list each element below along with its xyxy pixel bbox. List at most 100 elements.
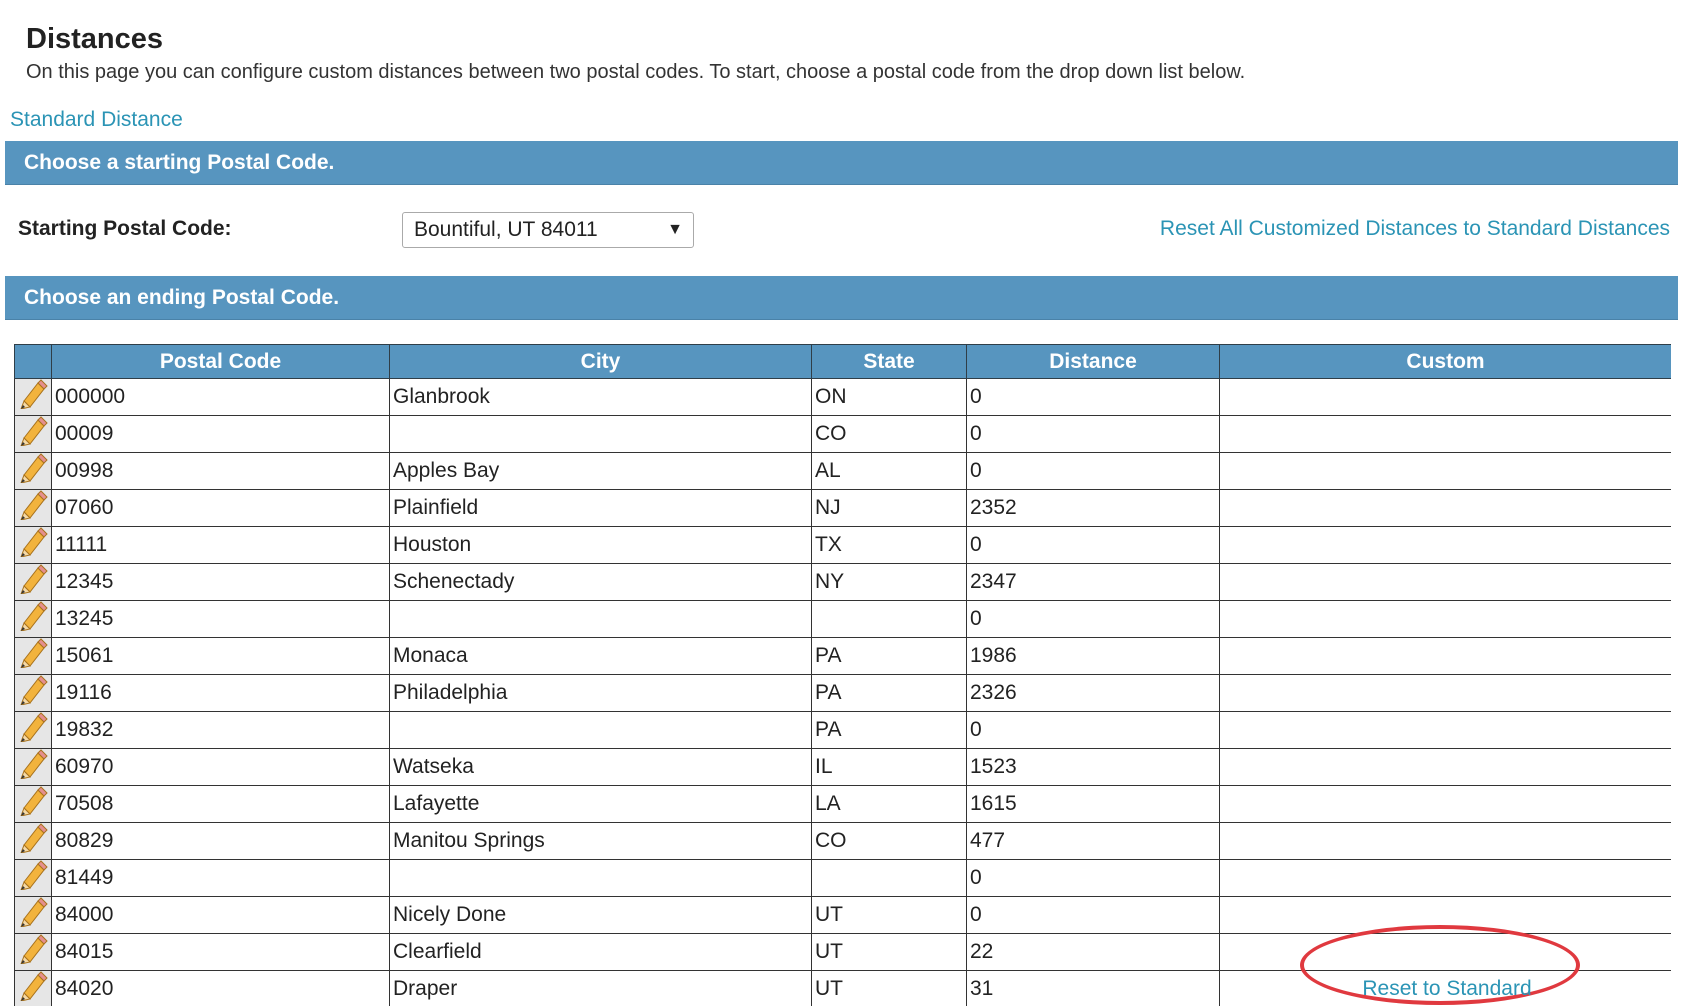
- table-row: 81449 0: [14, 859, 1671, 897]
- pencil-icon[interactable]: [18, 860, 48, 896]
- edit-cell[interactable]: [14, 674, 52, 712]
- pencil-icon[interactable]: [18, 416, 48, 452]
- column-header-postal-code[interactable]: Postal Code: [51, 344, 390, 379]
- distance-cell: 0: [966, 526, 1220, 564]
- edit-cell[interactable]: [14, 378, 52, 416]
- edit-cell[interactable]: [14, 896, 52, 934]
- distances-table-container[interactable]: Postal Code City State Distance Custom 0…: [14, 344, 1671, 1006]
- custom-cell: [1219, 378, 1671, 416]
- pencil-icon[interactable]: [18, 712, 48, 748]
- edit-cell[interactable]: [14, 711, 52, 749]
- table-row: 00009 CO 0: [14, 415, 1671, 453]
- pencil-icon[interactable]: [18, 601, 48, 637]
- postal-code-cell: 84000: [51, 896, 390, 934]
- pencil-icon[interactable]: [18, 823, 48, 859]
- starting-postal-code-select[interactable]: Bountiful, UT 84011 ▼: [402, 212, 694, 248]
- state-cell: PA: [811, 637, 967, 675]
- postal-code-cell: 00009: [51, 415, 390, 453]
- edit-cell[interactable]: [14, 822, 52, 860]
- column-header-distance[interactable]: Distance: [966, 344, 1220, 379]
- distance-cell: 0: [966, 378, 1220, 416]
- edit-cell[interactable]: [14, 970, 52, 1006]
- city-cell: Watseka: [389, 748, 812, 786]
- state-cell: LA: [811, 785, 967, 823]
- pencil-icon[interactable]: [18, 527, 48, 563]
- pencil-icon[interactable]: [18, 564, 48, 600]
- state-cell: NY: [811, 563, 967, 601]
- dropdown-arrow-icon: ▼: [667, 221, 683, 238]
- city-cell: Clearfield: [389, 933, 812, 971]
- postal-code-cell: 84020: [51, 970, 390, 1006]
- custom-cell: [1219, 711, 1671, 749]
- custom-cell: [1219, 822, 1671, 860]
- edit-cell[interactable]: [14, 415, 52, 453]
- distance-cell: 1986: [966, 637, 1220, 675]
- postal-code-cell: 13245: [51, 600, 390, 638]
- end-section-heading: Choose an ending Postal Code.: [5, 276, 1678, 320]
- edit-cell[interactable]: [14, 859, 52, 897]
- pencil-icon[interactable]: [18, 490, 48, 526]
- standard-distance-link[interactable]: Standard Distance: [10, 108, 183, 132]
- state-cell: TX: [811, 526, 967, 564]
- column-header-state[interactable]: State: [811, 344, 967, 379]
- state-cell: AL: [811, 452, 967, 490]
- postal-code-cell: 00998: [51, 452, 390, 490]
- distance-cell: 0: [966, 600, 1220, 638]
- city-cell: Houston: [389, 526, 812, 564]
- edit-cell[interactable]: [14, 933, 52, 971]
- edit-cell[interactable]: [14, 600, 52, 638]
- distance-cell: 0: [966, 859, 1220, 897]
- edit-cell[interactable]: [14, 748, 52, 786]
- pencil-icon[interactable]: [18, 675, 48, 711]
- postal-code-cell: 12345: [51, 563, 390, 601]
- edit-cell[interactable]: [14, 526, 52, 564]
- city-cell: Philadelphia: [389, 674, 812, 712]
- custom-cell: [1219, 637, 1671, 675]
- distance-cell: 477: [966, 822, 1220, 860]
- pencil-icon[interactable]: [18, 934, 48, 970]
- edit-cell[interactable]: [14, 785, 52, 823]
- custom-cell: Reset to Standard: [1219, 970, 1671, 1006]
- city-cell: [389, 859, 812, 897]
- state-cell: [811, 600, 967, 638]
- distance-cell: 0: [966, 711, 1220, 749]
- state-cell: UT: [811, 970, 967, 1006]
- pencil-icon[interactable]: [18, 749, 48, 785]
- edit-cell[interactable]: [14, 637, 52, 675]
- custom-cell: [1219, 896, 1671, 934]
- pencil-icon[interactable]: [18, 638, 48, 674]
- pencil-icon[interactable]: [18, 379, 48, 415]
- edit-cell[interactable]: [14, 489, 52, 527]
- custom-cell: [1219, 489, 1671, 527]
- distance-cell: 2352: [966, 489, 1220, 527]
- pencil-icon[interactable]: [18, 971, 48, 1006]
- pencil-icon[interactable]: [18, 897, 48, 933]
- distance-cell: 22: [966, 933, 1220, 971]
- custom-cell: [1219, 563, 1671, 601]
- custom-cell: [1219, 785, 1671, 823]
- pencil-icon[interactable]: [18, 453, 48, 489]
- state-cell: CO: [811, 415, 967, 453]
- postal-code-cell: 60970: [51, 748, 390, 786]
- starting-postal-code-label: Starting Postal Code:: [18, 217, 232, 240]
- distance-cell: 2326: [966, 674, 1220, 712]
- reset-to-standard-link[interactable]: Reset to Standard: [1362, 977, 1531, 1000]
- edit-cell[interactable]: [14, 452, 52, 490]
- postal-code-cell: 70508: [51, 785, 390, 823]
- state-cell: IL: [811, 748, 967, 786]
- table-header-row: Postal Code City State Distance Custom: [14, 344, 1671, 379]
- column-header-city[interactable]: City: [389, 344, 812, 379]
- state-cell: CO: [811, 822, 967, 860]
- city-cell: Lafayette: [389, 785, 812, 823]
- table-row: 13245 0: [14, 600, 1671, 638]
- pencil-icon[interactable]: [18, 786, 48, 822]
- edit-column-header: [14, 344, 52, 379]
- postal-code-cell: 15061: [51, 637, 390, 675]
- reset-all-distances-link[interactable]: Reset All Customized Distances to Standa…: [1160, 217, 1670, 241]
- postal-code-cell: 19116: [51, 674, 390, 712]
- table-row: 00998 Apples Bay AL 0: [14, 452, 1671, 490]
- column-header-custom[interactable]: Custom: [1219, 344, 1671, 379]
- city-cell: [389, 711, 812, 749]
- distance-cell: 1615: [966, 785, 1220, 823]
- edit-cell[interactable]: [14, 563, 52, 601]
